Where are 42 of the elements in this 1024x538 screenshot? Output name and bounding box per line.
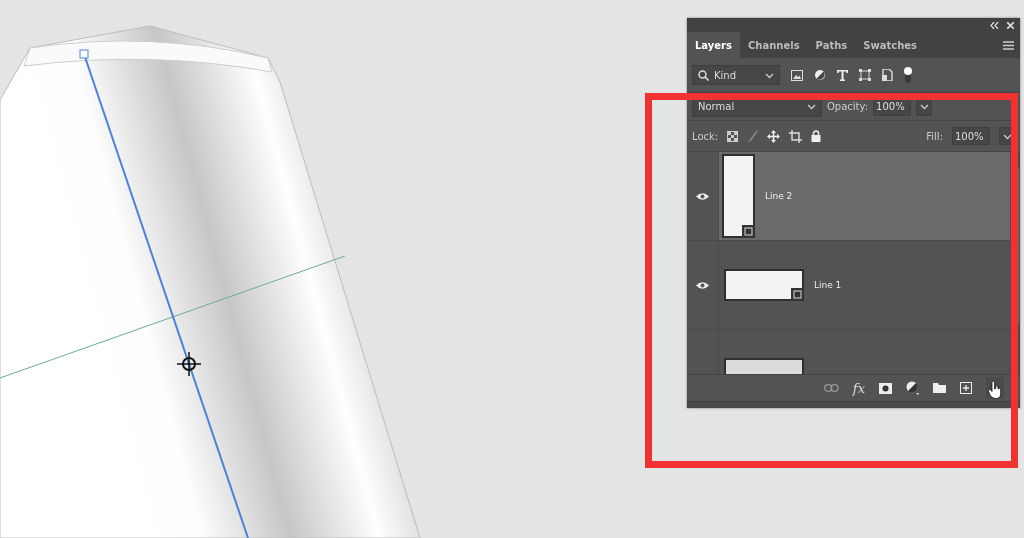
adjustment-icon[interactable] bbox=[906, 381, 919, 395]
lock-label: Lock: bbox=[692, 130, 719, 142]
transform-icon[interactable] bbox=[859, 69, 871, 81]
half-circle-icon[interactable] bbox=[814, 69, 826, 81]
opacity-label: Opacity: bbox=[827, 101, 869, 112]
filter-toggle-icon[interactable] bbox=[904, 67, 912, 83]
layer-name: Line 2 bbox=[765, 191, 793, 201]
crop-icon[interactable] bbox=[789, 129, 803, 143]
caret-icon bbox=[1002, 132, 1012, 140]
eye-icon[interactable] bbox=[696, 191, 709, 201]
folder-icon[interactable] bbox=[933, 383, 946, 393]
filter-dropdown[interactable]: Kind bbox=[692, 65, 780, 85]
caret-icon bbox=[919, 103, 929, 110]
layer-style-button[interactable]: fx bbox=[852, 380, 865, 396]
eye-icon[interactable] bbox=[696, 280, 709, 290]
type-icon[interactable] bbox=[837, 69, 848, 81]
panel-tab[interactable]: Channels bbox=[740, 32, 808, 58]
checkerboard-icon[interactable] bbox=[727, 130, 739, 142]
shape-badge-icon bbox=[742, 225, 755, 238]
panel-tab[interactable]: Swatches bbox=[855, 32, 926, 58]
new-layer-icon[interactable] bbox=[960, 382, 972, 394]
hand-cursor-icon bbox=[988, 381, 1002, 399]
shape-badge-icon bbox=[791, 288, 804, 301]
layer-name: Line 1 bbox=[814, 280, 842, 290]
panel-tab[interactable]: Paths bbox=[807, 32, 856, 58]
fill-label: Fill: bbox=[926, 130, 943, 142]
lock-icon[interactable] bbox=[811, 130, 822, 142]
delete-layer-button[interactable] bbox=[986, 377, 1004, 399]
smart-object-icon[interactable] bbox=[882, 69, 893, 81]
close-icon[interactable] bbox=[1007, 21, 1014, 29]
link-icon[interactable] bbox=[823, 384, 839, 392]
search-icon bbox=[698, 69, 709, 81]
caret-icon bbox=[765, 71, 774, 79]
layer-row[interactable]: Line 2 bbox=[719, 152, 1010, 240]
move-icon[interactable] bbox=[767, 129, 781, 143]
caret-icon bbox=[807, 103, 816, 110]
panel-tab[interactable]: Layers bbox=[687, 32, 740, 58]
menu-icon[interactable] bbox=[1003, 40, 1014, 50]
collapse-icon[interactable] bbox=[990, 21, 999, 29]
fill-field[interactable]: 100% bbox=[952, 127, 990, 145]
mask-icon[interactable] bbox=[879, 382, 892, 394]
image-icon[interactable] bbox=[791, 69, 803, 81]
